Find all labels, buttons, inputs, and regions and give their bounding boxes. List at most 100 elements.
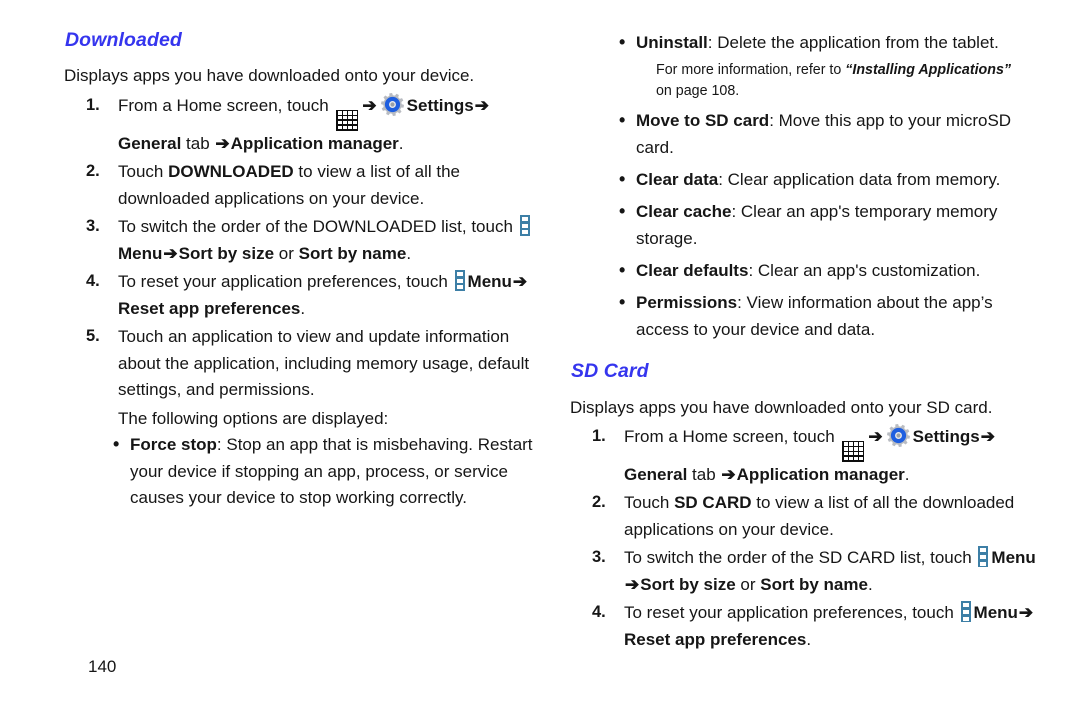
bullet-icon: • [619, 292, 626, 313]
left-options-list: • Force stop: Stop an app that is misbeh… [110, 432, 542, 511]
emphasis-text: Sort by size [178, 243, 275, 263]
arrow-icon: ➔ [1018, 603, 1034, 623]
bullet-icon: • [619, 201, 626, 222]
arrow-icon: ➔ [362, 95, 377, 115]
list-item: • Move to SD card: Move this app to your… [616, 108, 1048, 161]
step-text: To reset your application preferences, t… [624, 601, 1034, 649]
arrow-icon: ➔ [163, 243, 178, 263]
emphasis-text: Reset app preferences [118, 298, 301, 318]
step-text: Touch SD CARD to view a list of all the … [624, 493, 1015, 539]
option-description: : Delete the application from the tablet… [707, 33, 999, 52]
arrow-icon: ➔ [474, 95, 489, 115]
note-tail: on page 108. [656, 82, 740, 100]
menu-dots-icon [454, 270, 465, 292]
option-term: Move to SD card [636, 111, 770, 131]
page-number: 140 [88, 657, 117, 676]
list-item: • Clear data: Clear application data fro… [616, 167, 1048, 193]
step-number: 2. [592, 493, 606, 512]
option-term: Clear cache [636, 202, 732, 222]
step-number: 1. [592, 426, 606, 445]
step-text: From a Home screen, touch ➔ Settings ➔ G… [118, 92, 490, 153]
emphasis-text: Sort by name [298, 243, 407, 263]
step-item: 5. Touch an application to view and upda… [62, 324, 542, 404]
option-term: Uninstall [636, 33, 708, 52]
arrow-icon: ➔ [721, 464, 736, 484]
emphasis-text: Settings [912, 426, 980, 446]
emphasis-text: Menu [991, 548, 1036, 568]
bullet-icon: • [619, 110, 626, 131]
arrow-icon: ➔ [625, 574, 640, 594]
manual-page: Downloaded Displays apps you have downlo… [0, 0, 1080, 720]
list-item: • Clear defaults: Clear an app's customi… [616, 258, 1048, 284]
downloaded-intro-text: Displays apps you have downloaded onto y… [64, 66, 475, 86]
emphasis-text: SD CARD [674, 493, 752, 513]
downloaded-steps-list: 1. From a Home screen, touch ➔ Settings … [62, 92, 542, 404]
app-options-list: • Uninstall: Delete the application from… [616, 30, 1048, 343]
settings-gear-icon [380, 92, 404, 116]
list-item: • Force stop: Stop an app that is misbeh… [110, 432, 542, 511]
sd-card-intro-text: Displays apps you have downloaded onto y… [570, 397, 993, 417]
emphasis-text: Sort by name [760, 574, 868, 594]
step-item: 3. To switch the order of the SD CARD li… [568, 545, 1048, 598]
arrow-icon: ➔ [868, 426, 883, 446]
step-number: 5. [86, 327, 100, 346]
emphasis-text: General [118, 133, 182, 153]
bullet-icon: • [619, 169, 626, 190]
list-item: • Permissions: View information about th… [616, 290, 1048, 343]
settings-gear-icon [886, 423, 910, 447]
step-text: To switch the order of the SD CARD list,… [624, 546, 1036, 594]
note-title: “Installing Applications” [845, 61, 1012, 79]
menu-dots-icon [978, 546, 989, 568]
menu-dots-icon [960, 601, 971, 623]
emphasis-text: Menu [467, 272, 512, 292]
step-number: 3. [86, 217, 100, 236]
step-number: 2. [86, 162, 100, 181]
step-number: 3. [592, 548, 606, 567]
step-item: 4. To reset your application preferences… [62, 269, 542, 322]
list-item: • Clear cache: Clear an app's temporary … [616, 199, 1048, 252]
menu-dots-icon [519, 215, 530, 237]
step-number: 4. [86, 272, 100, 291]
step-text: To switch the order of the DOWNLOADED li… [118, 215, 533, 263]
following-options-label: The following options are displayed: [118, 408, 389, 428]
emphasis-text: Menu [973, 603, 1018, 623]
sd-card-steps-list: 1. From a Home screen, touch ➔ Settings … [568, 423, 1048, 654]
emphasis-text: Menu [118, 243, 163, 263]
step-item: 2. Touch SD CARD to view a list of all t… [568, 490, 1048, 543]
emphasis-text: Reset app preferences [624, 629, 807, 649]
option-term: Clear data [636, 170, 719, 190]
emphasis-text: Application manager [230, 133, 399, 153]
step-number: 1. [86, 95, 100, 114]
step-item: 1. From a Home screen, touch ➔ Settings … [568, 423, 1048, 489]
right-column: • Uninstall: Delete the application from… [568, 30, 1048, 655]
emphasis-text: General [624, 464, 688, 484]
list-item: • Uninstall: Delete the application from… [616, 30, 1048, 101]
step-item: 3. To switch the order of the DOWNLOADED… [62, 214, 542, 267]
section-heading-downloaded: Downloaded [65, 29, 182, 51]
option-description: : Clear application data from memory. [718, 170, 1001, 190]
step-text: Touch DOWNLOADED to view a list of all t… [118, 162, 461, 208]
emphasis-text: Sort by size [640, 574, 736, 594]
step-text: To reset your application preferences, t… [118, 270, 528, 318]
option-term: Clear defaults [636, 261, 749, 281]
step-item: 4. To reset your application preferences… [568, 600, 1048, 653]
step-item: 1. From a Home screen, touch ➔ Settings … [62, 92, 542, 158]
step-text: Touch an application to view and update … [118, 327, 530, 400]
option-description: : Clear an app's customization. [748, 261, 981, 281]
uninstall-reference-note: For more information, refer to “Installi… [656, 59, 1028, 101]
emphasis-text: Settings [406, 95, 474, 115]
left-column: Downloaded Displays apps you have downlo… [62, 29, 542, 517]
option-term: Permissions [636, 293, 738, 313]
bullet-icon: • [619, 260, 626, 281]
arrow-icon: ➔ [512, 272, 528, 292]
arrow-icon: ➔ [980, 426, 995, 446]
option-term: Force stop [130, 435, 217, 455]
emphasis-text: Application manager [736, 464, 905, 484]
note-lead: For more information, refer to [656, 61, 846, 79]
bullet-icon: • [113, 434, 120, 455]
bullet-icon: • [619, 32, 626, 52]
step-number: 4. [592, 603, 606, 622]
apps-grid-icon [336, 109, 359, 131]
step-text: From a Home screen, touch ➔ Settings ➔ G… [624, 423, 996, 484]
section-heading-sd-card: SD Card [571, 360, 649, 383]
